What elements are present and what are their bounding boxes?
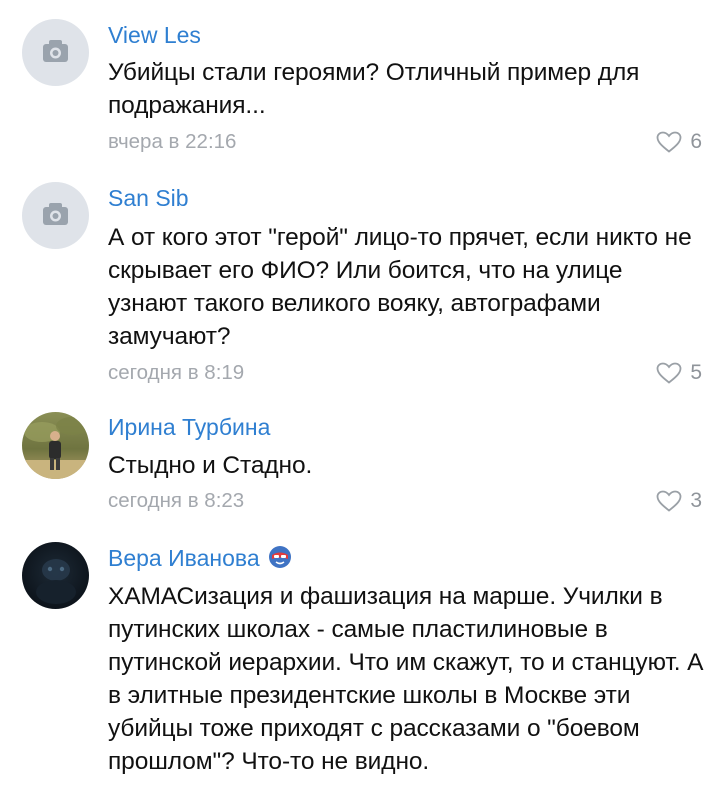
like-button[interactable]: 5 — [656, 360, 702, 386]
comment-text: Убийцы стали героями? Отличный пример дл… — [108, 59, 640, 119]
comment-timestamp: вчера в 22:16 — [108, 130, 237, 153]
avatar[interactable] — [22, 19, 89, 86]
heart-icon — [656, 362, 682, 384]
avatar[interactable] — [22, 182, 89, 249]
like-count: 6 — [690, 130, 702, 153]
like-count: 3 — [690, 489, 702, 512]
camera-icon — [43, 40, 68, 62]
comment-author-name: Вера Иванова — [108, 545, 260, 571]
comment-item: San Sib А от кого этот "герой" лицо-то п… — [0, 170, 724, 400]
avatar[interactable] — [22, 542, 89, 609]
like-button[interactable]: 6 — [656, 129, 702, 155]
heart-icon — [656, 490, 682, 512]
like-count: 5 — [690, 361, 702, 384]
user-photo — [22, 542, 89, 609]
comment-author[interactable]: Вера Иванова — [108, 544, 292, 575]
comment-text: Стыдно и Стадно. — [108, 452, 313, 479]
comment-item: Вера Иванова ХАМАСизация и фашизация на … — [0, 530, 724, 800]
mask-badge-icon — [268, 545, 292, 575]
comment-text: А от кого этот "герой" лицо-то прячет, е… — [108, 224, 692, 350]
user-photo — [22, 412, 89, 479]
comment-author[interactable]: Ирина Турбина — [108, 413, 270, 441]
camera-icon — [43, 203, 68, 225]
heart-icon — [656, 131, 682, 153]
like-button[interactable]: 3 — [656, 488, 702, 514]
comment-item: View Les Убийцы стали героями? Отличный … — [0, 0, 724, 170]
avatar[interactable] — [22, 412, 89, 479]
comment-author[interactable]: View Les — [108, 21, 201, 49]
comment-timestamp: сегодня в 8:23 — [108, 489, 245, 512]
comment-text: ХАМАСизация и фашизация на марше. Училки… — [108, 583, 704, 775]
comment-timestamp: сегодня в 8:19 — [108, 361, 245, 384]
comment-author[interactable]: San Sib — [108, 184, 189, 212]
comment-item: Ирина Турбина Стыдно и Стадно. сегодня в… — [0, 400, 724, 530]
